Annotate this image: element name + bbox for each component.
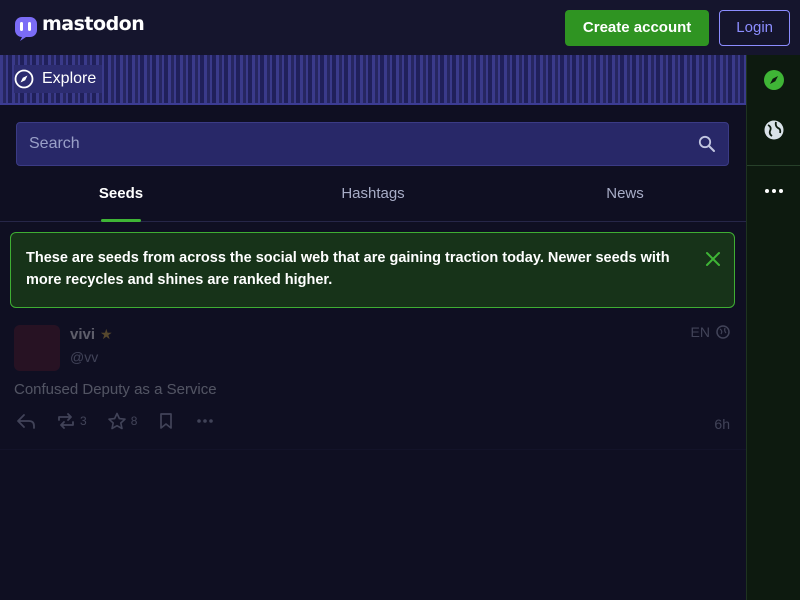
brand-name: mastodon xyxy=(42,12,145,35)
notice-text: These are seeds from across the social w… xyxy=(26,250,670,288)
status-post[interactable]: vivi ★ @vv EN Confused Deputy as a Servi… xyxy=(0,308,746,450)
reply-icon xyxy=(17,414,35,429)
favourite-button[interactable]: 8 xyxy=(107,412,138,430)
top-header: mastodon Create account Login xyxy=(0,0,800,55)
author-handle[interactable]: @vv xyxy=(70,349,98,365)
reblog-icon xyxy=(58,413,74,429)
navigation-sidebar xyxy=(746,55,800,600)
explore-heading[interactable]: Explore xyxy=(14,65,103,93)
mastodon-logo-icon xyxy=(15,16,37,41)
globe-icon xyxy=(716,325,730,339)
search-container xyxy=(0,105,746,166)
tab-hashtags[interactable]: Hashtags xyxy=(242,166,504,221)
avatar[interactable] xyxy=(14,325,60,371)
search-box xyxy=(16,122,729,166)
favourite-count: 8 xyxy=(130,414,138,428)
nav-more[interactable] xyxy=(747,166,800,216)
search-input[interactable] xyxy=(17,123,728,165)
explore-header: Explore xyxy=(0,55,746,105)
language-badge: EN xyxy=(690,324,710,340)
post-actions: 3 8 xyxy=(16,412,235,430)
main-column: Explore Seeds Hashtags News These are se… xyxy=(0,55,746,600)
compass-icon xyxy=(14,69,34,89)
header-actions: Create account Login xyxy=(564,9,790,46)
bookmark-icon xyxy=(160,413,173,429)
nav-explore[interactable] xyxy=(747,55,800,105)
reblog-button[interactable]: 3 xyxy=(56,412,87,430)
compass-icon xyxy=(764,70,784,90)
star-icon xyxy=(107,412,126,430)
close-icon[interactable] xyxy=(705,251,721,267)
tab-news[interactable]: News xyxy=(504,166,746,221)
custom-emoji-icon: ★ xyxy=(100,326,113,342)
login-button[interactable]: Login xyxy=(719,9,790,46)
post-content: Confused Deputy as a Service xyxy=(14,381,217,398)
info-notice: These are seeds from across the social w… xyxy=(10,232,735,308)
nav-live-feeds[interactable] xyxy=(747,105,800,155)
ellipsis-icon xyxy=(765,189,783,193)
bookmark-button[interactable] xyxy=(157,412,175,430)
mastodon-logo[interactable]: mastodon xyxy=(14,12,145,41)
search-icon[interactable] xyxy=(698,135,716,153)
post-timestamp[interactable]: 6h xyxy=(714,416,730,432)
author-display-name[interactable]: vivi xyxy=(70,326,95,343)
ellipsis-icon xyxy=(197,419,214,423)
globe-icon xyxy=(764,120,784,140)
tab-seeds[interactable]: Seeds xyxy=(0,166,242,221)
create-account-button[interactable]: Create account xyxy=(564,9,710,46)
explore-tabs: Seeds Hashtags News xyxy=(0,166,746,222)
more-button[interactable] xyxy=(195,412,215,430)
page-title: Explore xyxy=(42,70,97,87)
reply-button[interactable] xyxy=(16,412,36,430)
reblog-count: 3 xyxy=(80,414,87,428)
